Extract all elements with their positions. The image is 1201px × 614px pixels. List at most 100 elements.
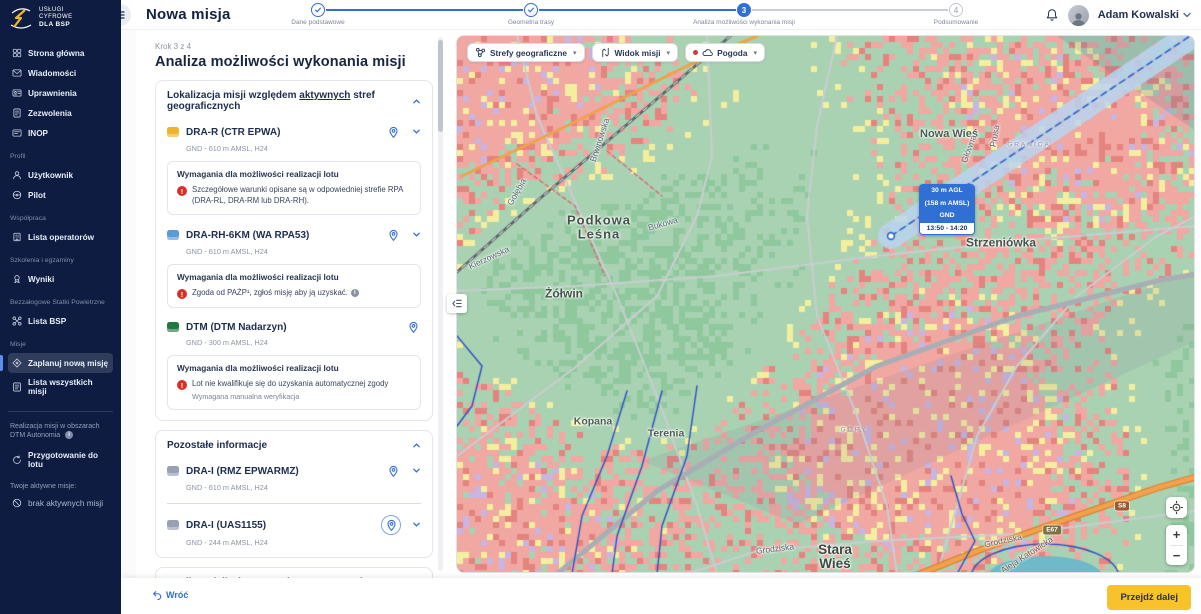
stepper-line <box>326 9 523 11</box>
chevron-down-icon <box>412 230 421 239</box>
avatar[interactable] <box>1068 5 1089 26</box>
warning-icon: ! <box>177 186 187 196</box>
sidebar-item-mail[interactable]: Wiadomości <box>8 63 113 83</box>
results-icon <box>12 274 22 284</box>
weather-icon <box>702 47 713 58</box>
user-icon <box>12 170 22 180</box>
sidebar-item-label: Zezwolenia <box>28 109 72 118</box>
toolbar-label: Widok misji <box>615 48 661 58</box>
step-3-circle[interactable]: 3 <box>737 3 751 17</box>
route-altitude-badge: 30 m AGL (158 m AMSL) GND 13:50 - 14:20 <box>919 184 975 235</box>
notifications-bell-icon[interactable] <box>1045 8 1059 22</box>
zone-expand-button[interactable] <box>412 226 421 244</box>
zoom-in-button[interactable]: + <box>1166 525 1187 545</box>
next-step-button[interactable]: Przejdź dalej <box>1107 585 1191 610</box>
step-1-circle[interactable] <box>311 3 325 17</box>
sidebar-item-home[interactable]: Strona główna <box>8 43 113 63</box>
zone-type-icon <box>167 230 179 240</box>
scrollbar-thumb[interactable] <box>438 40 443 132</box>
pin-icon <box>387 465 400 478</box>
zone-row[interactable]: DRA-I (RMZ EPWARMZ) <box>167 462 421 480</box>
map-canvas[interactable] <box>457 36 1195 573</box>
chevron-down-icon <box>412 466 421 475</box>
back-button[interactable]: Wróć <box>152 590 188 600</box>
requirement-subtext: Wymagana manualna weryfikacja <box>192 392 411 401</box>
sidebar-item-refresh[interactable]: Przygotowanie do lotu <box>8 446 113 474</box>
collapse-panel-button[interactable] <box>447 294 467 313</box>
sidebar-item-label: INOP <box>28 129 48 138</box>
show-on-map-button[interactable] <box>381 515 401 535</box>
pin-icon <box>385 519 398 532</box>
toolbar-label: Pogoda <box>717 48 747 58</box>
sidebar-item-pilot[interactable]: Pilot <box>8 185 113 205</box>
accordion-card-2: Pozostałe informacje DRA-I (RMZ EPWARMZ)… <box>155 430 433 558</box>
route-icon <box>600 47 611 58</box>
zoom-out-button[interactable]: − <box>1166 546 1187 566</box>
info-icon[interactable]: i <box>351 289 359 297</box>
map-zoom-controls: + − <box>1166 525 1187 565</box>
accordion-header[interactable]: Pozostałe informacje <box>167 440 421 451</box>
zone-meta: GND - 610 m AMSL, H24 <box>186 247 421 256</box>
chevron-down-icon: ▾ <box>753 49 757 57</box>
zone-type-icon <box>167 466 179 476</box>
back-button-label: Wróć <box>166 590 188 600</box>
sidebar-item-label: Wiadomości <box>28 69 76 78</box>
requirements-box: Wymagania dla możliwości realizacji lotu… <box>167 264 421 308</box>
requirements-box: Wymagania dla możliwości realizacji lotu… <box>167 355 421 410</box>
step-2-circle[interactable] <box>524 3 538 17</box>
info-icon[interactable]: i <box>65 431 73 439</box>
zone-expand-button[interactable] <box>412 123 421 141</box>
chevron-down-icon <box>1183 12 1191 18</box>
sidebar-item-results[interactable]: Wyniki <box>8 269 113 289</box>
zone-name: DRA-I (UAS1155) <box>186 520 374 531</box>
map-toolbar: Strefy geograficzne▾Widok misji▾Pogoda▾ <box>467 43 765 62</box>
mail-icon <box>12 68 22 78</box>
show-on-map-button[interactable] <box>405 319 421 335</box>
pin-icon <box>387 126 400 139</box>
sidebar-section-title: Profil <box>10 153 111 161</box>
zone-meta: GND - 300 m AMSL, H24 <box>186 338 421 347</box>
badge-gnd: GND <box>920 210 974 223</box>
pin-icon <box>387 229 400 242</box>
sidebar-item-user[interactable]: Użytkownik <box>8 165 113 185</box>
sidebar-item-inop[interactable]: INOP <box>8 123 113 143</box>
zone-name: DRA-I (RMZ EPWARMZ) <box>186 466 378 477</box>
locate-button[interactable] <box>1166 497 1187 518</box>
panel-scrollbar <box>438 37 443 571</box>
show-on-map-button[interactable] <box>385 227 401 243</box>
zone-name: DTM (DTM Nadarzyn) <box>186 322 398 333</box>
warning-icon: ! <box>177 380 187 390</box>
zone-row[interactable]: DRA-RH-6KM (WA RPA53) <box>167 226 421 244</box>
sidebar-item-idcard[interactable]: Uprawnienia <box>8 83 113 103</box>
map-toolbar-route-button[interactable]: Widok misji▾ <box>592 43 679 62</box>
step-4-label: Podsumowanie <box>876 19 1036 26</box>
show-on-map-button[interactable] <box>385 124 401 140</box>
divider <box>8 411 113 412</box>
sidebar-item-target[interactable]: Zaplanuj nową misję <box>8 353 113 373</box>
map: Nowa WieśGRANICAPodkowa LeśnaŻółwinStrze… <box>456 35 1195 573</box>
chevron-up-icon <box>412 97 421 106</box>
zone-name: DRA-R (CTR EPWA) <box>186 127 378 138</box>
zone-expand-button[interactable] <box>412 462 421 480</box>
chevron-down-icon: ▾ <box>573 49 577 57</box>
sidebar-item-list[interactable]: Lista wszystkich misji <box>8 373 113 401</box>
user-menu[interactable]: Adam Kowalski <box>1098 9 1191 21</box>
check-icon <box>527 6 535 14</box>
zone-row[interactable]: DTM (DTM Nadarzyn) <box>167 319 421 335</box>
pin-icon <box>407 321 420 334</box>
show-on-map-button[interactable] <box>385 463 401 479</box>
sidebar-item-doc[interactable]: Zezwolenia <box>8 103 113 123</box>
zone-expand-button[interactable] <box>412 516 421 534</box>
map-toolbar-weather-button[interactable]: Pogoda ▾ <box>685 43 765 62</box>
sidebar-item-drone[interactable]: Lista BSP <box>8 311 113 331</box>
step-4-circle[interactable]: 4 <box>949 3 963 17</box>
zone-item: DRA-I (RMZ EPWARMZ) GND - 610 m AMSL, H2… <box>167 462 421 492</box>
panel-title: Analiza możliwości wykonania misji <box>155 54 433 70</box>
accordion-header[interactable]: Lokalizacja misji względem aktywnych str… <box>167 90 421 112</box>
map-toolbar-zones-button[interactable]: Strefy geograficzne▾ <box>467 43 585 62</box>
requirement-text: Szczegółowe warunki opisane są w odpowie… <box>192 185 411 206</box>
sidebar-item-building[interactable]: Lista operatorów <box>8 227 113 247</box>
zone-row[interactable]: DRA-I (UAS1155) <box>167 515 421 535</box>
refresh-icon <box>12 455 22 465</box>
zone-row[interactable]: DRA-R (CTR EPWA) <box>167 123 421 141</box>
